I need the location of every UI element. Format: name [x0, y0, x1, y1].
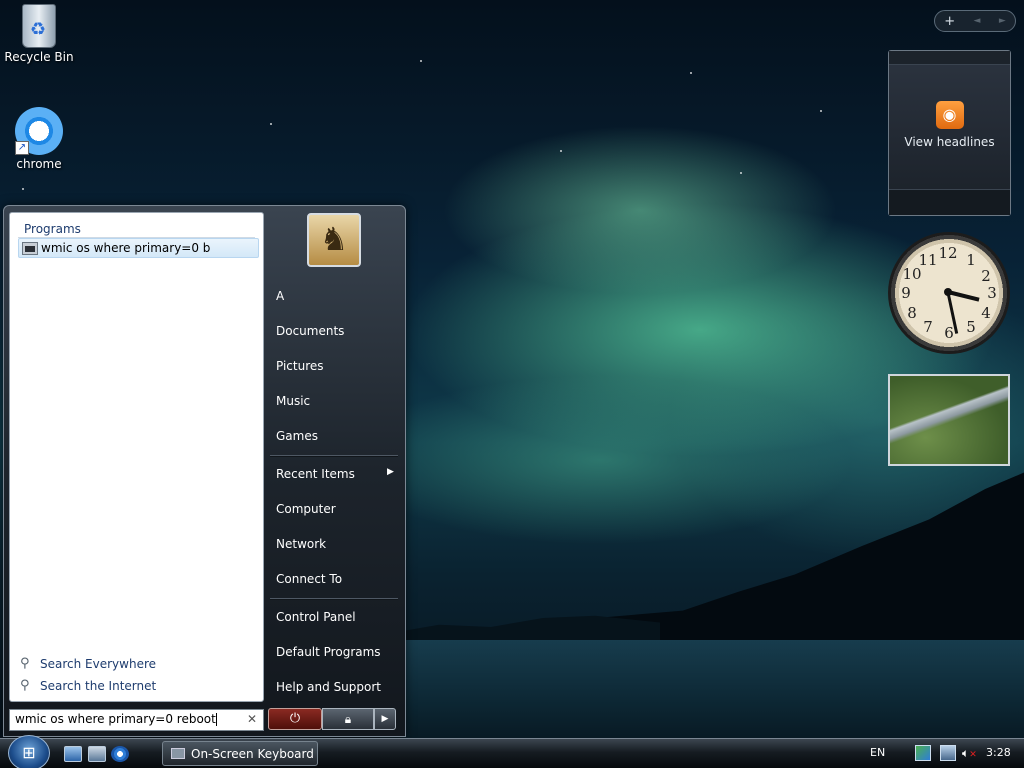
taskbar-button-label: On-Screen Keyboard: [191, 746, 314, 761]
start-menu: Programs wmic os where primary=0 b ⚲ Sea…: [3, 205, 406, 737]
hill-silhouette: [400, 615, 660, 645]
volume-muted-icon[interactable]: 🔈︎✕: [962, 745, 978, 761]
switch-windows-icon[interactable]: [88, 746, 106, 762]
keyboard-icon: [171, 748, 185, 759]
start-item-pictures[interactable]: Pictures: [276, 359, 324, 373]
search-icon: ⚲: [20, 656, 30, 671]
divider: [270, 455, 398, 457]
clock-number: 9: [901, 284, 911, 302]
recent-items-label: Recent Items: [276, 467, 355, 481]
start-item-music[interactable]: Music: [276, 394, 310, 408]
start-item-user-folder[interactable]: A: [276, 289, 284, 303]
star: [690, 72, 692, 74]
network-icon[interactable]: [940, 745, 956, 761]
clock-number: 3: [987, 284, 997, 302]
start-item-network[interactable]: Network: [276, 537, 326, 551]
star: [270, 123, 272, 125]
show-desktop-icon[interactable]: [64, 746, 82, 762]
start-item-help-and-support[interactable]: Help and Support: [276, 680, 381, 694]
programs-pane: Programs wmic os where primary=0 b ⚲ Sea…: [9, 212, 264, 702]
desktop-icon-recycle-bin[interactable]: Recycle Bin: [1, 4, 77, 64]
star: [740, 172, 742, 174]
desktop: Recycle Bin ↗ chrome + ◄ ► ◉ View headli…: [0, 0, 1024, 738]
previous-page-button[interactable]: ◄: [974, 16, 981, 26]
shortcut-arrow-icon: ↗: [15, 141, 29, 155]
power-button[interactable]: ⏻: [268, 708, 322, 730]
start-item-recent-items[interactable]: Recent Items ▶: [276, 467, 398, 481]
start-item-connect-to[interactable]: Connect To: [276, 572, 342, 586]
start-item-computer[interactable]: Computer: [276, 502, 336, 516]
search-everywhere-label: Search Everywhere: [40, 656, 156, 671]
language-indicator[interactable]: EN: [870, 746, 885, 759]
clock-number: 8: [907, 304, 917, 322]
program-result-label: wmic os where primary=0 b: [41, 241, 211, 255]
view-headlines-link[interactable]: View headlines: [889, 135, 1010, 149]
star: [22, 188, 24, 190]
clock-number: 5: [966, 318, 976, 336]
start-item-games[interactable]: Games: [276, 429, 318, 443]
lake: [380, 640, 1024, 738]
start-search-value: wmic os where primary=0 reboot: [15, 712, 216, 726]
clock-number: 11: [918, 251, 938, 269]
arrow-right-icon: ▶: [381, 714, 389, 724]
desktop-icon-chrome[interactable]: ↗ chrome: [1, 107, 77, 171]
command-prompt-icon: [22, 241, 38, 255]
program-result-item[interactable]: wmic os where primary=0 b: [18, 238, 259, 258]
user-picture[interactable]: ♞: [307, 213, 361, 267]
programs-header: Programs: [24, 222, 81, 236]
star: [560, 150, 562, 152]
shutdown-options-button[interactable]: ▶: [374, 708, 396, 730]
submenu-arrow-icon: ▶: [387, 467, 394, 477]
clock-center: [944, 288, 952, 296]
start-button[interactable]: ⊞: [8, 735, 50, 768]
gadget-toolbar: + ◄ ►: [934, 10, 1016, 32]
internet-explorer-icon[interactable]: [111, 746, 129, 762]
add-gadget-button[interactable]: +: [944, 14, 955, 29]
search-everywhere-link[interactable]: ⚲ Search Everywhere: [20, 656, 156, 671]
taskbar-button-on-screen-keyboard[interactable]: On-Screen Keyboard: [162, 741, 318, 766]
search-internet-link[interactable]: ⚲ Search the Internet: [20, 678, 156, 693]
feed-headlines-gadget[interactable]: ◉ View headlines: [888, 50, 1011, 216]
taskbar: ⊞ On-Screen Keyboard EN 🔈︎✕ 3:28: [0, 735, 1024, 768]
clock-gadget[interactable]: 12 1 2 3 4 5 6 7 8 9 10 11: [888, 232, 1010, 354]
windows-logo-icon: ⊞: [22, 743, 36, 762]
clock-time[interactable]: 3:28: [986, 746, 1011, 759]
text-caret: [215, 713, 217, 726]
slideshow-gadget[interactable]: [888, 374, 1010, 466]
lock-button[interactable]: 🔒︎: [322, 708, 374, 730]
star: [420, 60, 422, 62]
search-icon: ⚲: [20, 678, 30, 693]
start-item-default-programs[interactable]: Default Programs: [276, 645, 381, 659]
start-item-documents[interactable]: Documents: [276, 324, 344, 338]
star: [820, 110, 822, 112]
clock-number: 2: [981, 267, 991, 285]
start-search-input[interactable]: wmic os where primary=0 reboot ✕: [9, 709, 264, 731]
security-center-icon[interactable]: [915, 745, 931, 761]
lock-icon: 🔒︎: [344, 712, 352, 726]
next-page-button[interactable]: ►: [999, 16, 1006, 26]
divider: [270, 598, 398, 600]
power-icon: ⏻: [289, 711, 301, 726]
clear-search-icon[interactable]: ✕: [247, 712, 257, 726]
search-internet-label: Search the Internet: [40, 678, 157, 693]
desktop-icon-label: Recycle Bin: [4, 50, 74, 64]
desktop-icon-label: chrome: [16, 157, 62, 171]
gadget-header: [889, 51, 1010, 65]
recycle-bin-icon: [22, 4, 56, 48]
gadget-footer: [889, 189, 1010, 215]
start-item-control-panel[interactable]: Control Panel: [276, 610, 356, 624]
rss-icon: ◉: [935, 101, 964, 129]
clock-number: 12: [938, 244, 958, 262]
chrome-icon: ↗: [15, 107, 63, 155]
clock-hour-hand: [947, 290, 980, 302]
